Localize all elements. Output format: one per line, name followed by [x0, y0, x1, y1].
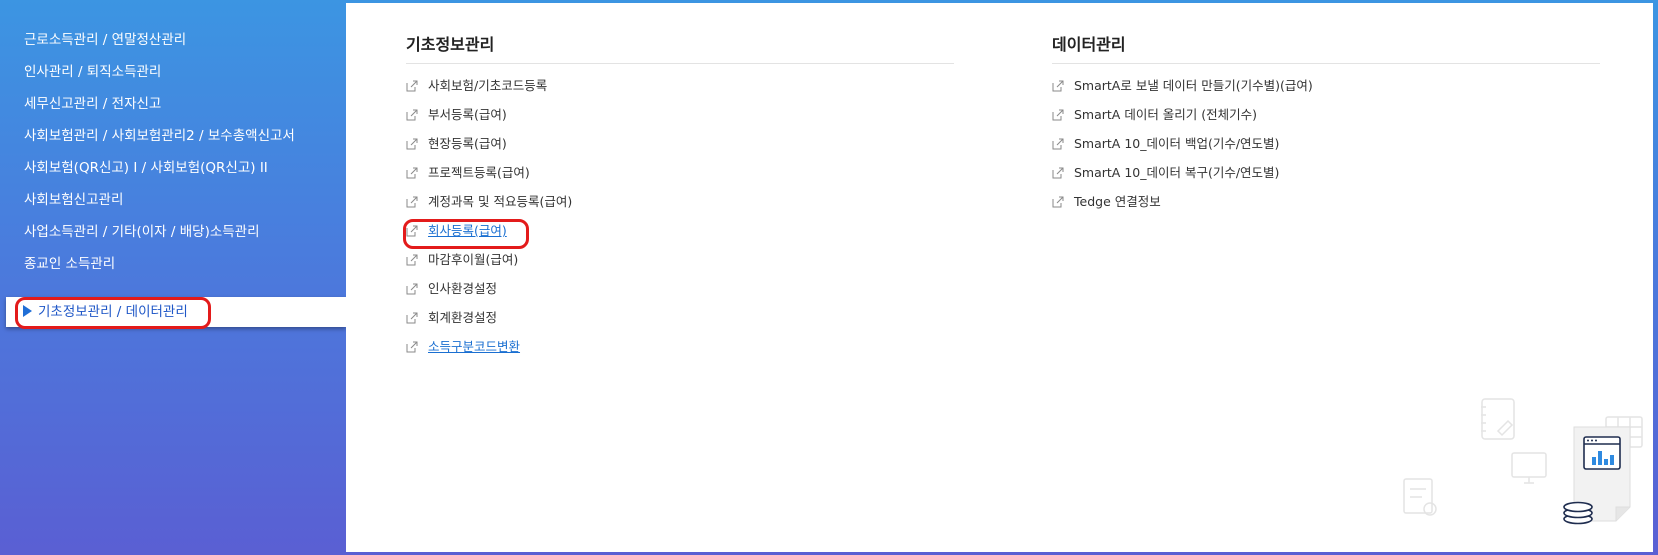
- menu-item-label: 사회보험/기초코드등록: [428, 78, 548, 93]
- external-link-icon: [406, 196, 418, 208]
- menu-item-label: SmartA 데이터 올리기 (전체기수): [1074, 107, 1258, 122]
- office-illustration: [1403, 398, 1643, 525]
- external-link-icon: [1052, 80, 1064, 92]
- sidebar-item-business-income[interactable]: 사업소득관리 / 기타(이자 / 배당)소득관리: [24, 217, 260, 247]
- menu-item-label: 인사환경설정: [428, 281, 498, 296]
- external-link-icon: [406, 312, 418, 324]
- external-link-icon: [1052, 138, 1064, 150]
- menu-item-smarta-upload[interactable]: SmartA 데이터 올리기 (전체기수): [1052, 100, 1313, 129]
- external-link-icon: [1052, 196, 1064, 208]
- external-link-icon: [406, 283, 418, 295]
- sidebar-item-label: 기초정보관리 / 데이터관리: [38, 304, 188, 320]
- external-link-icon: [406, 80, 418, 92]
- menu-item-label: 부서등록(급여): [428, 107, 507, 122]
- data-mgmt-title: 데이터관리: [1052, 35, 1126, 54]
- sidebar-item-social-insurance-report[interactable]: 사회보험신고관리: [24, 185, 123, 215]
- menu-item-label: Tedge 연결정보: [1074, 194, 1161, 209]
- external-link-icon: [1052, 167, 1064, 179]
- basic-info-divider: [406, 63, 954, 64]
- data-mgmt-divider: [1052, 63, 1600, 64]
- external-link-icon: [406, 225, 418, 237]
- menu-item-income-code-convert[interactable]: 소득구분코드변환: [406, 332, 572, 361]
- external-link-icon: [1052, 109, 1064, 121]
- sidebar-item-social-insurance[interactable]: 사회보험관리 / 사회보험관리2 / 보수총액신고서: [24, 121, 295, 151]
- menu-item-social-insurance-codes[interactable]: 사회보험/기초코드등록: [406, 71, 572, 100]
- menu-item-label: 프로젝트등록(급여): [428, 165, 530, 180]
- menu-item-account-subject[interactable]: 계정과목 및 적요등록(급여): [406, 187, 572, 216]
- triangle-right-icon: [23, 305, 32, 317]
- menu-item-label: SmartA로 보낼 데이터 만들기(기수별)(급여): [1074, 78, 1313, 93]
- menu-item-tedge-connection[interactable]: Tedge 연결정보: [1052, 187, 1313, 216]
- menu-item-label: SmartA 10_데이터 복구(기수/연도별): [1074, 165, 1280, 180]
- income-code-convert-link[interactable]: 소득구분코드변환: [428, 339, 520, 354]
- external-link-icon: [406, 138, 418, 150]
- sidebar-item-tax-filing[interactable]: 세무신고관리 / 전자신고: [24, 89, 161, 119]
- sidebar-item-religious-income[interactable]: 종교인 소득관리: [24, 249, 115, 279]
- menu-item-smarta-export[interactable]: SmartA로 보낼 데이터 만들기(기수별)(급여): [1052, 71, 1313, 100]
- menu-item-label: 현장등록(급여): [428, 136, 507, 151]
- external-link-icon: [406, 341, 418, 353]
- sidebar-item-hr-retirement[interactable]: 인사관리 / 퇴직소득관리: [24, 57, 161, 87]
- menu-item-closing-carryover[interactable]: 마감후이월(급여): [406, 245, 572, 274]
- menu-item-label: SmartA 10_데이터 백업(기수/연도별): [1074, 136, 1280, 151]
- menu-item-smarta-restore[interactable]: SmartA 10_데이터 복구(기수/연도별): [1052, 158, 1313, 187]
- external-link-icon: [406, 109, 418, 121]
- menu-item-hr-settings[interactable]: 인사환경설정: [406, 274, 572, 303]
- menu-item-smarta-backup[interactable]: SmartA 10_데이터 백업(기수/연도별): [1052, 129, 1313, 158]
- external-link-icon: [406, 167, 418, 179]
- menu-item-project[interactable]: 프로젝트등록(급여): [406, 158, 572, 187]
- sidebar-item-social-insurance-qr[interactable]: 사회보험(QR신고) I / 사회보험(QR신고) II: [24, 153, 268, 183]
- menu-item-company-registration[interactable]: 회사등록(급여): [406, 216, 572, 245]
- menu-item-accounting-settings[interactable]: 회계환경설정: [406, 303, 572, 332]
- menu-item-site[interactable]: 현장등록(급여): [406, 129, 572, 158]
- menu-item-label: 마감후이월(급여): [428, 252, 519, 267]
- data-mgmt-menu: SmartA로 보낼 데이터 만들기(기수별)(급여) SmartA 데이터 올…: [1052, 71, 1313, 216]
- sidebar-item-payroll-tax[interactable]: 근로소득관리 / 연말정산관리: [24, 25, 186, 55]
- menu-item-label: 회계환경설정: [428, 310, 498, 325]
- main-panel: 기초정보관리 사회보험/기초코드등록 부서등록(급여) 현장등록(급여) 프로젝…: [346, 3, 1653, 552]
- menu-item-label: 계정과목 및 적요등록(급여): [428, 194, 573, 209]
- menu-item-department[interactable]: 부서등록(급여): [406, 100, 572, 129]
- basic-info-title: 기초정보관리: [406, 35, 495, 54]
- basic-info-menu: 사회보험/기초코드등록 부서등록(급여) 현장등록(급여) 프로젝트등록(급여)…: [406, 71, 572, 361]
- sidebar-nav: 근로소득관리 / 연말정산관리 인사관리 / 퇴직소득관리 세무신고관리 / 전…: [0, 0, 346, 555]
- external-link-icon: [406, 254, 418, 266]
- sidebar-item-basic-info-data[interactable]: 기초정보관리 / 데이터관리: [6, 297, 346, 327]
- company-registration-link[interactable]: 회사등록(급여): [428, 223, 507, 238]
